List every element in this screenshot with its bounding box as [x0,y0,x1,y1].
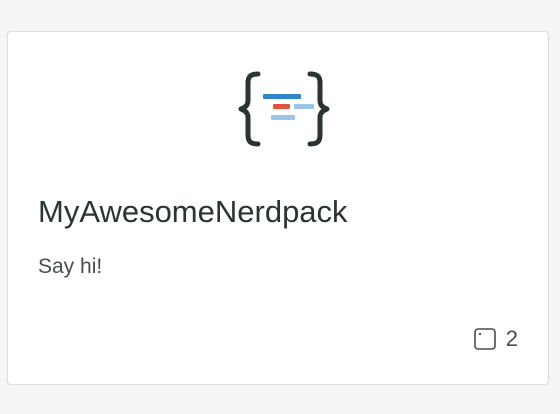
nerdpack-braces-icon [238,71,330,147]
card-title: MyAwesomeNerdpack [38,194,348,229]
launcher-count: 2 [505,326,518,351]
launcher-square-icon [473,328,496,350]
launcher-count-indicator: 2 [473,326,518,351]
nerdpack-card[interactable]: MyAwesomeNerdpack Say hi! 2 [7,31,549,385]
card-description: Say hi! [38,255,103,278]
